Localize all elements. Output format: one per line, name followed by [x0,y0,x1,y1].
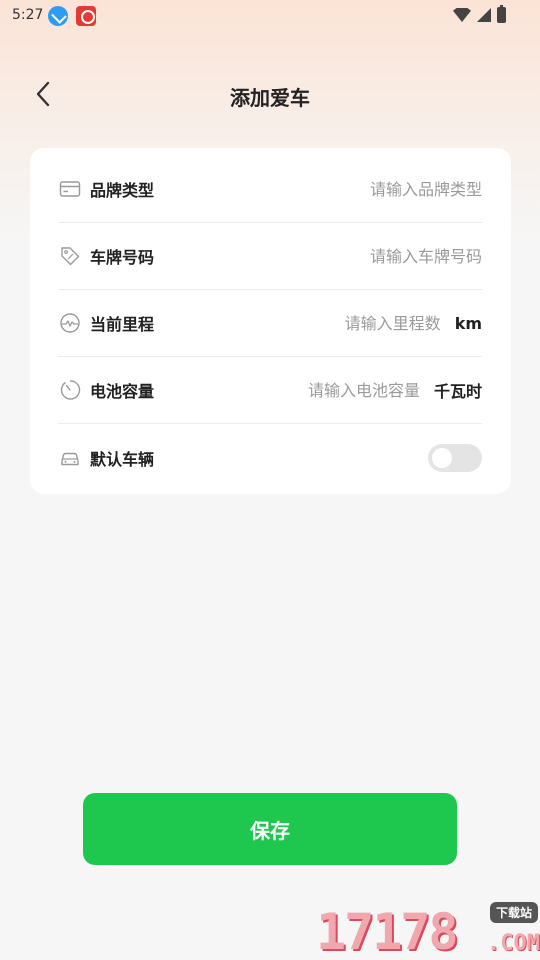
vehicle-form-card: 品牌类型 车牌号码 当前里程 km 电池容量 千瓦时 默认车辆 [30,148,511,494]
mileage-label: 当前里程 [90,315,155,334]
card-icon [58,177,82,201]
default-vehicle-toggle[interactable] [428,443,482,472]
plate-input[interactable] [312,246,482,266]
brand-input[interactable] [312,179,482,199]
plate-label: 车牌号码 [90,248,155,267]
status-time: 5:27 [12,7,44,23]
form-row-default-vehicle[interactable]: 默认车辆 [58,424,482,491]
download-icon [48,6,68,26]
watermark-tag: 下载站 [489,902,538,923]
form-row-battery[interactable]: 电池容量 千瓦时 [58,357,482,424]
speedometer-icon [58,311,82,335]
brand-label: 品牌类型 [90,181,155,200]
mileage-input[interactable] [290,313,441,333]
battery-unit: 千瓦时 [433,382,482,401]
save-button[interactable]: 保存 [83,793,457,865]
battery-label: 电池容量 [90,382,155,401]
gauge-icon [58,378,82,402]
mileage-unit: km [454,313,482,333]
signal-icon [477,8,491,22]
form-row-plate[interactable]: 车牌号码 [58,223,482,290]
tag-icon [58,244,82,268]
wifi-icon [453,8,471,22]
form-row-brand[interactable]: 品牌类型 [58,156,482,223]
watermark-suffix: .COM [487,931,540,956]
site-watermark: 17178 下载站 .COM [316,900,540,960]
battery-icon [497,5,506,23]
watermark-digits: 17178 [316,903,459,960]
default-vehicle-label: 默认车辆 [90,449,155,469]
status-bar: 5:27 [0,0,540,32]
page-title: 添加爱车 [230,86,310,110]
status-indicators [453,5,506,23]
app-badge-icon [76,6,96,26]
toggle-knob [432,447,452,468]
battery-input[interactable] [279,380,420,400]
car-icon [58,446,82,470]
form-row-mileage[interactable]: 当前里程 km [58,290,482,357]
